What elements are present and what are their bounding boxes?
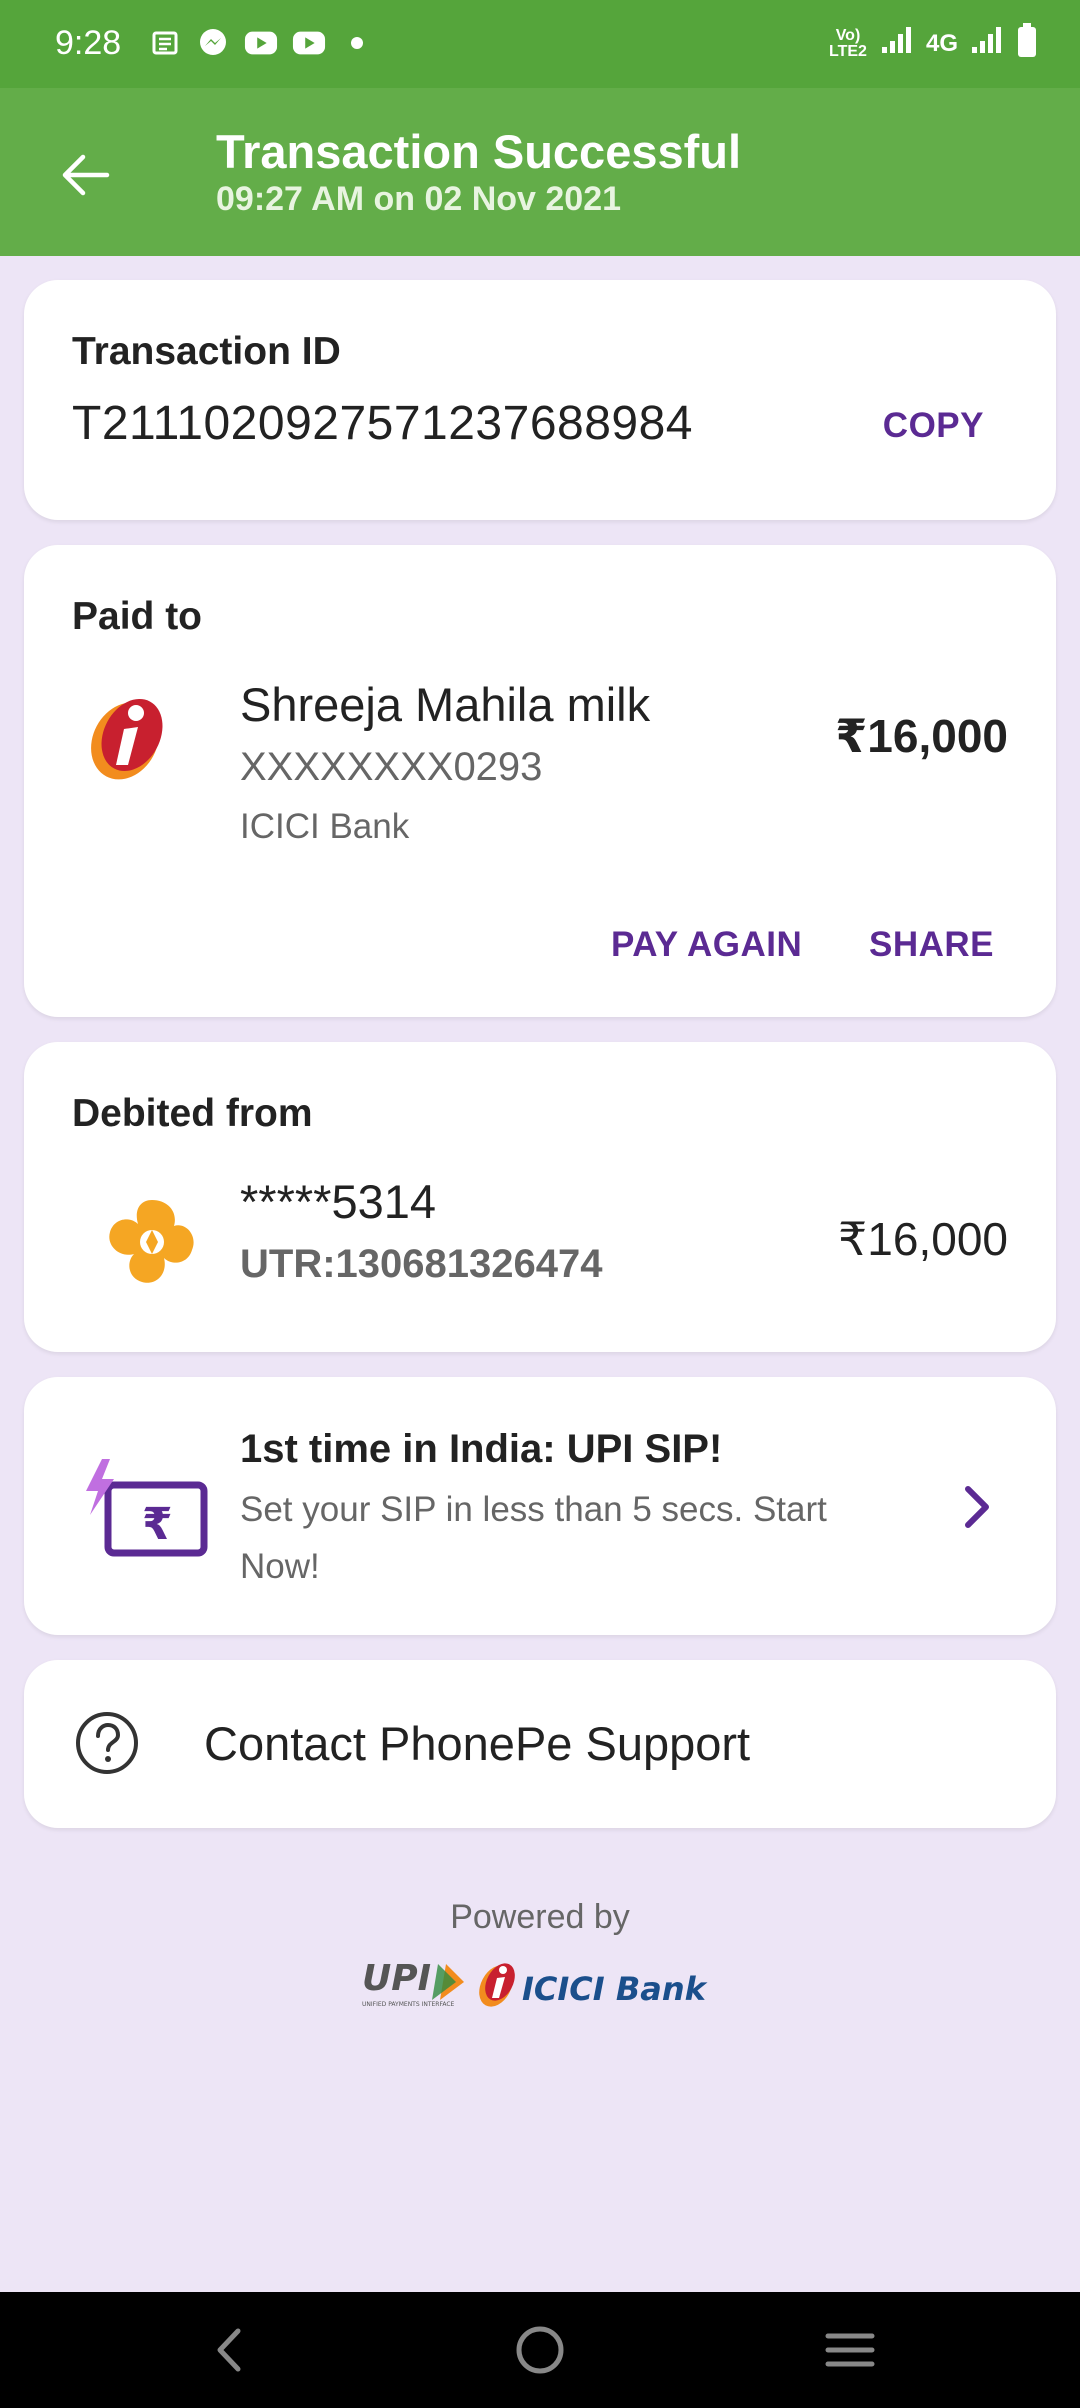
upi-logo: UPI UNIFIED PAYMENTS INTERFACE: [360, 1956, 472, 2012]
signal-icon: [880, 25, 914, 62]
copy-button[interactable]: COPY: [883, 406, 984, 446]
svg-text:₹: ₹: [142, 1499, 173, 1550]
chevron-right-icon[interactable]: [962, 1485, 992, 1534]
upi-sip-promo-card[interactable]: ₹ 1st time in India: UPI SIP! Set your S…: [24, 1377, 1056, 1635]
notification-icons: [148, 26, 374, 60]
signal-icon: [970, 25, 1004, 62]
payee-account: XXXXXXXX0293: [240, 745, 543, 789]
footer-logos: UPI UNIFIED PAYMENTS INTERFACE ICICI Ban…: [360, 1954, 720, 2014]
dot-icon: [340, 26, 374, 60]
nav-home-icon: [516, 2326, 564, 2374]
transaction-id-card: Transaction ID T2111020927571237688984 C…: [24, 280, 1056, 520]
debited-from-card: Debited from *****5314 UTR:130681326474 …: [24, 1042, 1056, 1352]
youtube-icon: [292, 26, 326, 60]
transaction-id-label: Transaction ID: [72, 330, 341, 373]
arrow-left-icon: [62, 154, 110, 196]
powered-by-text: Powered by: [450, 1898, 630, 1936]
system-nav-bar: [0, 2292, 1080, 2408]
icici-bank-logo: ICICI Bank: [476, 1954, 720, 2014]
youtube-icon: [244, 26, 278, 60]
debited-amount: ₹16,000: [838, 1213, 1008, 1265]
payee-name: Shreeja Mahila milk: [240, 678, 651, 731]
nav-recents-button[interactable]: [820, 2320, 880, 2380]
battery-icon: [1016, 22, 1038, 65]
app-bar: Transaction Successful 09:27 AM on 02 No…: [0, 88, 1080, 256]
status-time: 9:28: [55, 24, 122, 62]
utr-number: UTR:130681326474: [240, 1242, 603, 1286]
promo-description: Set your SIP in less than 5 secs. Start …: [240, 1490, 827, 1586]
volte-icon: Vo) LTE2: [829, 26, 867, 60]
page-subtitle: 09:27 AM on 02 Nov 2021: [216, 180, 622, 218]
paid-to-label: Paid to: [72, 595, 203, 638]
paid-amount: ₹16,000: [835, 710, 1008, 762]
payee-bank: ICICI Bank: [240, 807, 410, 846]
svg-text:UNIFIED PAYMENTS INTERFACE: UNIFIED PAYMENTS INTERFACE: [362, 2001, 455, 2008]
network-type: 4G: [925, 29, 958, 57]
transaction-id-value: T2111020927571237688984: [72, 397, 693, 450]
status-right: Vo) LTE2 4G: [828, 22, 1038, 65]
news-icon: [148, 26, 182, 60]
pay-again-button[interactable]: PAY AGAIN: [611, 925, 802, 965]
paid-to-card: Paid to Shreeja Mahila milk XXXXXXXX0293…: [24, 545, 1056, 1017]
back-button[interactable]: [50, 140, 120, 210]
bank-logo-icon: [102, 1192, 202, 1292]
icici-logo-icon: [80, 685, 180, 785]
messenger-icon: [196, 26, 230, 60]
help-icon: [74, 1710, 140, 1781]
debit-account: *****5314: [240, 1175, 437, 1228]
page-title: Transaction Successful: [216, 125, 742, 178]
status-bar: 9:28 Vo) LTE2 4G: [0, 0, 1080, 88]
nav-home-button[interactable]: [510, 2320, 570, 2380]
svg-text:UPI: UPI: [362, 1958, 431, 1999]
promo-title: 1st time in India: UPI SIP!: [240, 1427, 723, 1471]
share-button[interactable]: SHARE: [869, 925, 994, 965]
contact-support-button[interactable]: Contact PhonePe Support: [24, 1660, 1056, 1828]
nav-back-button[interactable]: [198, 2320, 258, 2380]
nav-back-icon: [217, 2328, 241, 2372]
sip-rupee-icon: ₹: [78, 1457, 208, 1567]
debited-from-label: Debited from: [72, 1092, 313, 1135]
contact-support-label: Contact PhonePe Support: [204, 1717, 751, 1770]
nav-menu-icon: [825, 2333, 875, 2367]
svg-text:ICICI Bank: ICICI Bank: [522, 1970, 708, 2008]
